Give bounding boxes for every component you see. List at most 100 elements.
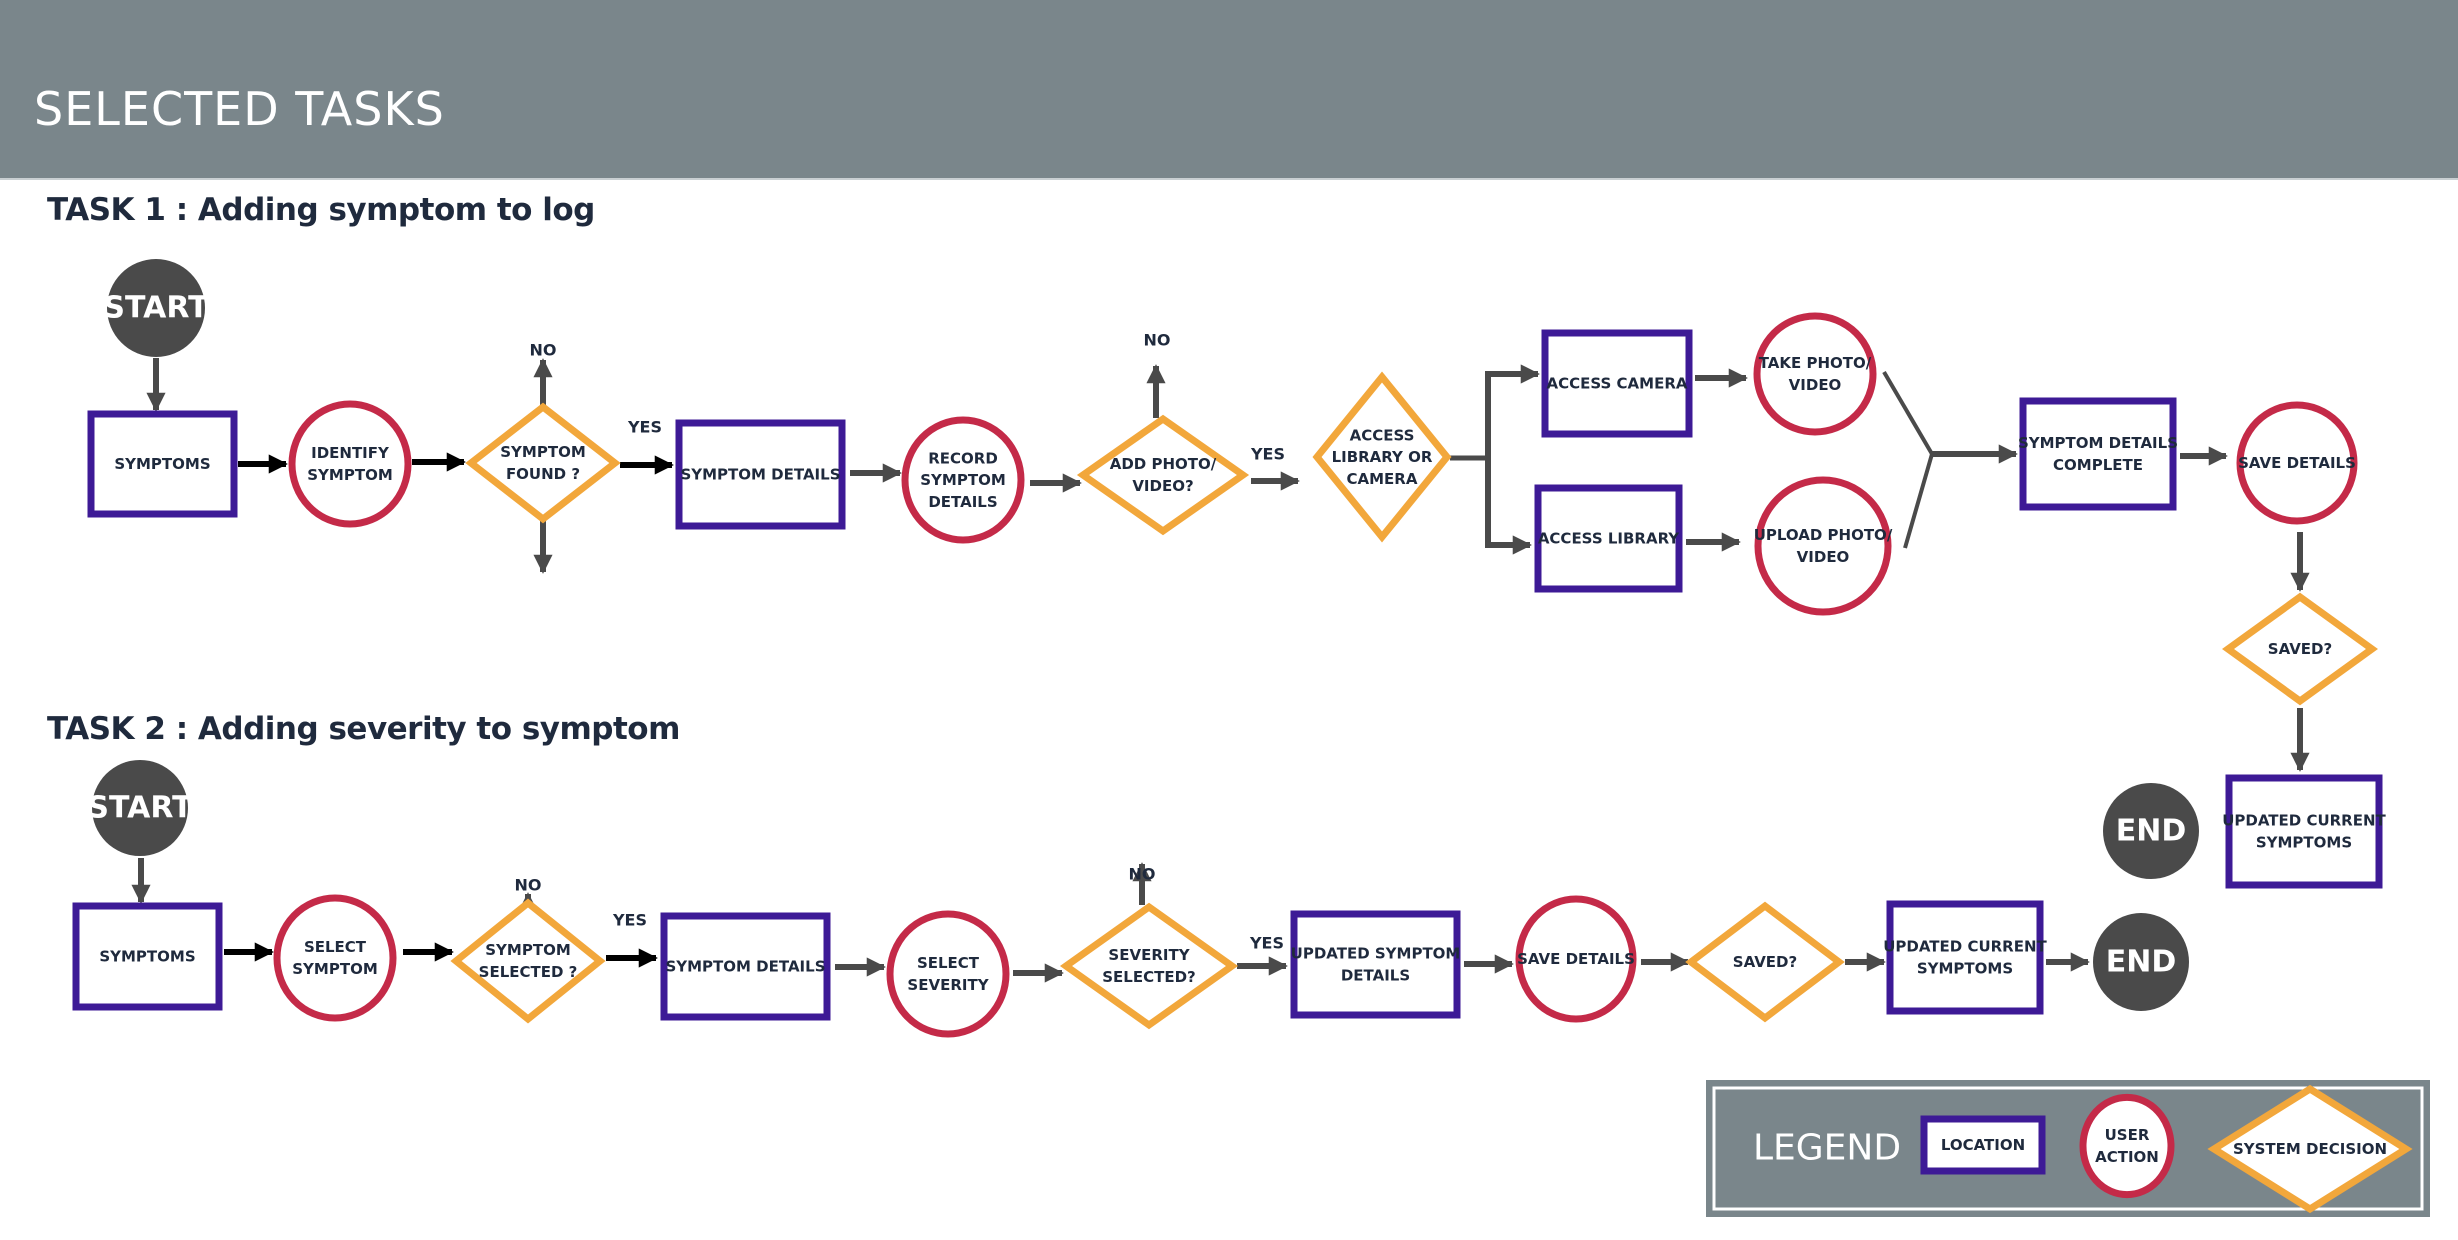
node-label: SYMPTOM bbox=[292, 960, 378, 978]
node-t1-end: END bbox=[2103, 783, 2199, 879]
node-t1-access-library: ACCESS LIBRARY bbox=[1534, 484, 1683, 593]
node-t1-updated-current-symptoms: UPDATED CURRENT SYMPTOMS bbox=[2222, 774, 2387, 889]
location-shape bbox=[2019, 397, 2177, 511]
edge-label-t1-photo-yes: YES bbox=[1250, 445, 1285, 464]
connector-merge-top bbox=[1882, 370, 1934, 456]
node-t2-end: END bbox=[2093, 913, 2189, 1011]
legend-title: LEGEND bbox=[1753, 1128, 1901, 1169]
node-label: END bbox=[2106, 945, 2177, 980]
node-t1-saved: SAVED? bbox=[2222, 592, 2378, 706]
node-label: USER bbox=[2105, 1126, 2150, 1144]
edge-label-t2-selected-yes: YES bbox=[612, 911, 647, 930]
node-label: SELECT bbox=[917, 954, 980, 972]
node-label: UPLOAD PHOTO/ bbox=[1754, 526, 1893, 544]
node-label: DETAILS bbox=[1341, 966, 1410, 984]
node-label: SELECTED ? bbox=[479, 963, 578, 981]
node-label: SYMPTOM DETAILS bbox=[680, 466, 840, 484]
node-t1-take-photo-video: TAKE PHOTO/VIDEO bbox=[1753, 312, 1877, 436]
node-label: SAVE DETAILS bbox=[2238, 454, 2356, 472]
node-label: CAMERA bbox=[1347, 470, 1418, 488]
arrow-branch-to-camera bbox=[1485, 364, 1540, 458]
legend: LEGEND LOCATION USER ACTION SYSTEM DECISION bbox=[1706, 1080, 2430, 1217]
node-t1-save-details: SAVE DETAILS bbox=[2236, 401, 2358, 525]
node-label: END bbox=[2116, 814, 2187, 849]
node-label: DETAILS bbox=[928, 493, 997, 511]
node-label: UPDATED CURRENT bbox=[1883, 938, 2047, 956]
node-label: SYMPTOM bbox=[485, 941, 571, 959]
node-t1-symptom-found: SYMPTOM FOUND ? bbox=[465, 402, 621, 524]
user-action-shape bbox=[288, 400, 412, 528]
node-label: FOUND ? bbox=[506, 465, 580, 483]
node-t1-access-camera: ACCESS CAMERA bbox=[1541, 329, 1693, 438]
node-label: START bbox=[87, 791, 193, 826]
node-label: SYMPTOMS bbox=[99, 948, 195, 966]
legend-item-user-action: USER ACTION bbox=[2079, 1093, 2175, 1199]
node-label: SYMPTOM bbox=[920, 471, 1006, 489]
node-label: SYMPTOM DETAILS bbox=[665, 958, 825, 976]
connector-merge-bottom bbox=[1903, 453, 1934, 549]
node-label: SELECTED? bbox=[1102, 968, 1196, 986]
node-t2-symptoms: SYMPTOMS bbox=[72, 902, 223, 1011]
user-action-shape bbox=[886, 910, 1010, 1038]
node-t1-add-photo-video: ADD PHOTO/VIDEO? bbox=[1076, 414, 1250, 536]
node-label: ACCESS bbox=[1350, 426, 1415, 444]
node-label: SAVED? bbox=[2268, 640, 2332, 658]
legend-item-location: LOCATION bbox=[1920, 1115, 2046, 1175]
node-t1-upload-photo-video: UPLOAD PHOTO/VIDEO bbox=[1754, 476, 1893, 616]
edge-label-t1-found-yes: YES bbox=[627, 418, 662, 437]
node-label: SYMPTOM bbox=[307, 466, 393, 484]
edge-label-t2-selected-no: NO bbox=[515, 876, 542, 895]
node-label: ACTION bbox=[2095, 1148, 2159, 1166]
system-decision-shape bbox=[1059, 902, 1239, 1030]
node-label: ACCESS CAMERA bbox=[1547, 375, 1688, 393]
node-label: UPDATED CURRENT bbox=[2222, 812, 2386, 830]
node-t2-saved: SAVED? bbox=[1685, 901, 1845, 1023]
node-t2-severity-selected: SEVERITY SELECTED? bbox=[1059, 902, 1239, 1030]
node-label: UPDATED SYMPTOM bbox=[1291, 945, 1461, 963]
node-label: SYMPTOMS bbox=[2256, 833, 2352, 851]
node-label: VIDEO bbox=[1789, 376, 1842, 394]
location-shape bbox=[1886, 900, 2044, 1015]
node-label: START bbox=[103, 291, 209, 326]
node-t1-symptom-details: SYMPTOM DETAILS bbox=[675, 419, 846, 530]
node-t2-start: START bbox=[87, 760, 193, 856]
edge-label-t1-photo-no: NO bbox=[1144, 331, 1171, 350]
node-label: SYMPTOMS bbox=[114, 455, 210, 473]
node-t1-start: START bbox=[103, 259, 209, 357]
arrow-branch-to-library bbox=[1485, 458, 1532, 555]
user-action-shape bbox=[1754, 476, 1892, 616]
node-label: SEVERITY bbox=[907, 976, 989, 994]
legend-user-action-shape bbox=[2079, 1093, 2175, 1199]
system-decision-shape bbox=[465, 402, 621, 524]
node-label: SYMPTOM DETAILS bbox=[2018, 434, 2178, 452]
node-label: SYSTEM DECISION bbox=[2233, 1140, 2387, 1158]
flowchart-canvas: START SYMPTOMS IDENTIFY SYMPTOM SYMPTOM FOUND… bbox=[72, 259, 2430, 1217]
node-t2-select-symptom: SELECT SYMPTOM bbox=[273, 894, 397, 1022]
node-t2-save-details: SAVE DETAILS bbox=[1515, 895, 1637, 1023]
node-label: VIDEO bbox=[1797, 548, 1850, 566]
system-decision-shape bbox=[450, 898, 606, 1024]
node-label: TAKE PHOTO/ bbox=[1759, 354, 1872, 372]
node-t1-access-library-or-camera: ACCESS LIBRARY OR CAMERA bbox=[1312, 371, 1452, 543]
user-action-shape bbox=[273, 894, 397, 1022]
node-t1-symptom-details-complete: SYMPTOM DETAILS COMPLETE bbox=[2018, 397, 2178, 511]
edge-label-t2-severity-yes: YES bbox=[1249, 934, 1284, 953]
node-t2-symptom-details: SYMPTOM DETAILS bbox=[660, 912, 831, 1021]
node-label: VIDEO? bbox=[1132, 477, 1193, 495]
node-t2-select-severity: SELECT SEVERITY bbox=[886, 910, 1010, 1038]
user-action-shape bbox=[1753, 312, 1877, 436]
system-decision-shape bbox=[1076, 414, 1250, 536]
node-label: SELECT bbox=[304, 938, 367, 956]
node-label: ACCESS LIBRARY bbox=[1538, 530, 1680, 548]
node-t2-symptom-selected: SYMPTOM SELECTED ? bbox=[450, 898, 606, 1024]
node-t1-identify-symptom: IDENTIFY SYMPTOM bbox=[288, 400, 412, 528]
node-t2-updated-current-symptoms: UPDATED CURRENT SYMPTOMS bbox=[1883, 900, 2048, 1015]
location-shape bbox=[2225, 774, 2383, 889]
node-label: SAVED? bbox=[1733, 953, 1797, 971]
node-label: LOCATION bbox=[1941, 1136, 2025, 1154]
node-t1-symptoms: SYMPTOMS bbox=[87, 410, 238, 518]
edge-label-t1-found-no: NO bbox=[530, 341, 557, 360]
node-t2-updated-symptom-details: UPDATED SYMPTOM DETAILS bbox=[1290, 910, 1461, 1019]
node-label: SYMPTOM bbox=[500, 443, 586, 461]
node-label: COMPLETE bbox=[2053, 456, 2143, 474]
